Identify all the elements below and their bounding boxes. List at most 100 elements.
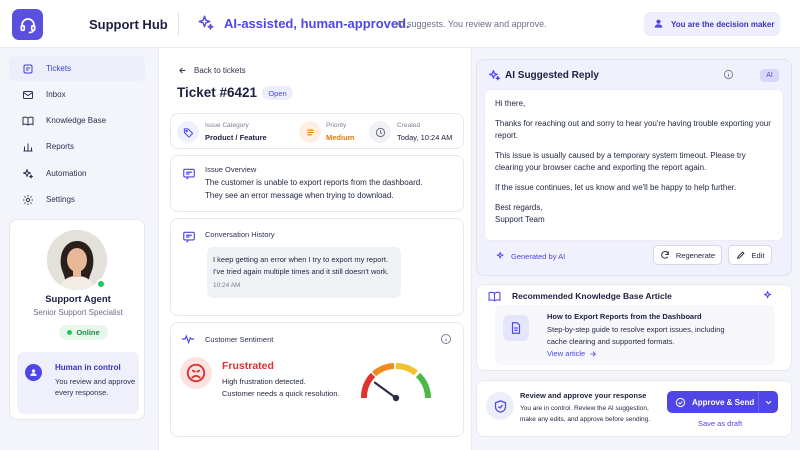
sidebar-item-automation[interactable]: Automation xyxy=(9,161,145,186)
edit-button[interactable]: Edit xyxy=(728,245,772,265)
book-icon xyxy=(488,290,501,305)
created-label: Created xyxy=(397,122,421,129)
agent-role: Senior Support Specialist xyxy=(33,308,123,317)
kb-article-text: Step-by-step guide to resolve export iss… xyxy=(547,325,725,346)
category-value: Product / Feature xyxy=(205,133,267,142)
review-title: Review and approve your response xyxy=(520,391,647,400)
ai-badge: AI xyxy=(760,69,779,82)
reply-signoff-2: Support Team xyxy=(495,215,545,225)
regenerate-label: Regenerate xyxy=(675,250,716,260)
reply-signoff-1: Best regards, xyxy=(495,202,543,212)
agent-profile-card: Support Agent Senior Support Specialist … xyxy=(9,219,145,420)
agent-name: Support Agent xyxy=(45,294,111,305)
human-in-control-box: Human in control You review and approve … xyxy=(17,352,139,414)
pencil-icon xyxy=(736,251,745,259)
chat-icon xyxy=(182,167,196,181)
human-in-control-title: Human in control xyxy=(55,363,121,372)
sentiment-gauge xyxy=(361,362,431,402)
kb-article[interactable]: How to Export Reports from the Dashboard… xyxy=(495,305,775,365)
app-title: Support Hub xyxy=(89,17,168,32)
gear-icon xyxy=(23,194,33,205)
status-badge-label: Online xyxy=(76,328,100,337)
header-subtagline: AI suggests. You review and approve. xyxy=(396,19,547,29)
knowledge-base-title: Recommended Knowledge Base Article xyxy=(512,291,672,301)
priority-value: Medium xyxy=(326,133,355,142)
status-badge: Online xyxy=(59,325,108,340)
decision-maker-badge: You are the decision maker xyxy=(644,12,780,36)
refresh-icon xyxy=(661,251,669,259)
document-icon xyxy=(503,315,529,341)
knowledge-base-card: Recommended Knowledge Base Article How t… xyxy=(476,284,792,371)
sparkle-icon xyxy=(496,251,504,259)
kb-article-title: How to Export Reports from the Dashboard xyxy=(547,312,702,321)
tag-icon xyxy=(177,121,199,143)
ai-suggested-reply-title: AI Suggested Reply xyxy=(505,70,599,81)
sparkle-icon xyxy=(23,168,33,178)
chat-icon xyxy=(182,230,196,244)
priority-icon xyxy=(299,121,321,143)
regenerate-button[interactable]: Regenerate xyxy=(653,245,722,265)
user-icon xyxy=(25,364,42,381)
sparkle-icon xyxy=(488,69,501,84)
info-icon[interactable] xyxy=(723,69,734,82)
headset-logo-icon[interactable] xyxy=(12,9,43,40)
sidebar-item-label: Knowledge Base xyxy=(46,116,107,125)
reply-text: Hi there, Thanks for reaching out and so… xyxy=(495,98,775,227)
sidebar-item-label: Automation xyxy=(46,169,87,178)
online-dot-icon xyxy=(67,330,73,335)
top-header: Support Hub AI-assisted, human-approved.… xyxy=(0,0,800,48)
check-circle-icon xyxy=(675,397,686,407)
pulse-icon xyxy=(181,332,195,348)
back-label: Back to tickets xyxy=(194,66,246,75)
info-icon[interactable] xyxy=(440,333,452,347)
conversation-history-card: Conversation History I keep getting an e… xyxy=(170,218,464,316)
reply-body[interactable]: Hi there, Thanks for reaching out and so… xyxy=(485,90,783,240)
review-approve-card: Review and approve your response You are… xyxy=(476,380,792,437)
customer-message-text: I keep getting an error when I try to ex… xyxy=(213,255,389,276)
sidebar-item-tickets[interactable]: Tickets xyxy=(9,56,145,81)
sidebar-item-reports[interactable]: Reports xyxy=(9,134,145,159)
sidebar-item-inbox[interactable]: Inbox xyxy=(9,82,145,107)
sidebar-item-label: Reports xyxy=(46,142,75,151)
bar-chart-icon xyxy=(23,143,33,151)
generated-by-ai: Generated by AI xyxy=(496,251,565,261)
customer-sentiment-card: Customer Sentiment Frustrated High frust… xyxy=(170,322,464,437)
book-icon xyxy=(22,116,34,126)
mail-icon xyxy=(23,90,33,99)
ticket-title: Ticket #6421 xyxy=(177,85,258,100)
clock-icon xyxy=(369,121,391,143)
view-article-link[interactable]: View article xyxy=(547,349,597,358)
review-text: You are in control. Review the AI sugges… xyxy=(520,405,651,423)
ticket-icon xyxy=(23,64,33,73)
approve-send-label: Approve & Send xyxy=(692,397,755,407)
view-article-label: View article xyxy=(547,349,586,358)
sentiment-line-1: High frustration detected. xyxy=(222,377,306,386)
conversation-history-title: Conversation History xyxy=(205,230,275,239)
generated-by-label: Generated by AI xyxy=(511,251,566,261)
decision-maker-label: You are the decision maker xyxy=(671,19,775,29)
reply-paragraph-3: If the issue continues, let us know and … xyxy=(495,182,737,192)
arrow-right-icon xyxy=(590,351,597,356)
sidebar-item-label: Tickets xyxy=(46,64,72,73)
gauge-hub xyxy=(392,394,400,402)
sidebar-item-settings[interactable]: Settings xyxy=(9,187,145,212)
reply-paragraph-1: Thanks for reaching out and sorry to hea… xyxy=(495,118,771,141)
customer-sentiment-title: Customer Sentiment xyxy=(205,335,274,344)
back-to-tickets-link[interactable]: Back to tickets xyxy=(178,66,246,75)
created-value: Today, 10:24 AM xyxy=(397,133,453,142)
header-tagline: AI-assisted, human-approved. xyxy=(224,16,410,31)
gauge-needle xyxy=(373,381,398,400)
ai-suggested-reply-card: AI Suggested Reply AI Hi there, Thanks f… xyxy=(476,59,792,276)
sidebar-item-knowledge-base[interactable]: Knowledge Base xyxy=(9,108,145,133)
online-status-dot xyxy=(96,279,106,289)
frustrated-face-icon xyxy=(180,357,212,389)
sentiment-line-2: Customer needs a quick resolution. xyxy=(222,389,340,398)
sentiment-label: Frustrated xyxy=(222,360,274,372)
approve-send-button[interactable]: Approve & Send xyxy=(667,391,778,413)
save-as-draft-link[interactable]: Save as draft xyxy=(698,419,742,428)
issue-overview-card: Issue Overview The customer is unable to… xyxy=(170,155,464,212)
issue-overview-title: Issue Overview xyxy=(205,165,257,174)
issue-overview-text: The customer is unable to export reports… xyxy=(205,178,423,200)
chevron-down-icon[interactable] xyxy=(758,391,778,413)
ticket-meta-card: Issue Category Product / Feature Priorit… xyxy=(170,113,464,149)
